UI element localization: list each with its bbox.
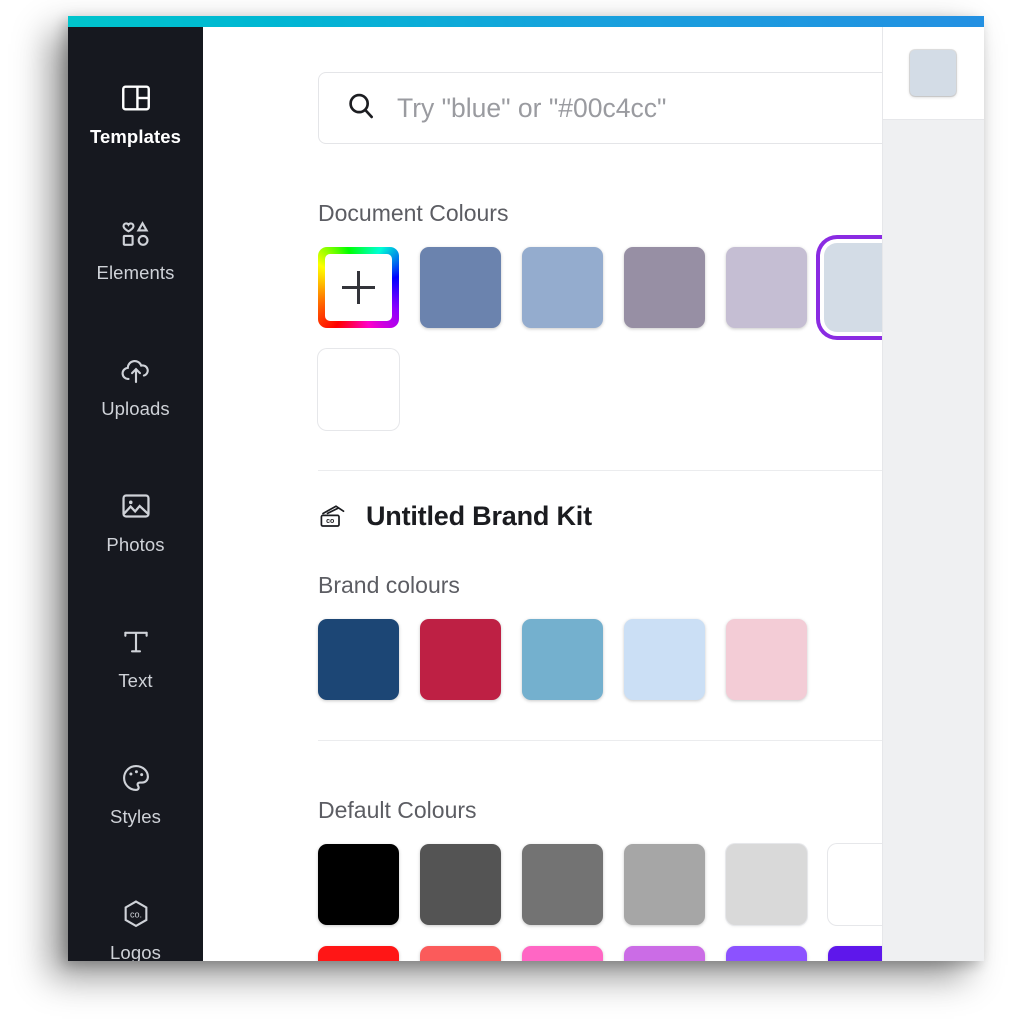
styles-icon bbox=[119, 761, 153, 795]
sidebar-item-label: Templates bbox=[89, 126, 182, 147]
sidebar-item-label: Text bbox=[118, 670, 153, 691]
default-colours-section: Default Colours bbox=[318, 797, 912, 961]
default-colour-swatch[interactable] bbox=[726, 844, 807, 925]
brand-colours-title: Brand colours bbox=[318, 572, 460, 598]
sidebar-item-label: Styles bbox=[110, 806, 161, 827]
default-colours-title: Default Colours bbox=[318, 797, 477, 823]
brand-colour-swatch[interactable] bbox=[420, 619, 501, 700]
sidebar-item-styles[interactable]: Styles bbox=[68, 733, 203, 869]
brand-kit-title: Untitled Brand Kit bbox=[366, 501, 592, 531]
sidebar-item-label: Logos bbox=[110, 942, 161, 961]
default-colours-swatch-row bbox=[318, 844, 912, 961]
colour-picker-button[interactable] bbox=[905, 45, 961, 101]
colour-swatch[interactable] bbox=[318, 844, 399, 925]
document-colour-swatch[interactable] bbox=[726, 247, 807, 328]
default-colour-swatch[interactable] bbox=[726, 946, 807, 961]
app-top-gradient-bar bbox=[68, 16, 984, 27]
document-colour-swatch[interactable] bbox=[522, 247, 603, 328]
logos-icon: co. bbox=[119, 897, 153, 931]
sidebar-item-templates[interactable]: Templates bbox=[68, 53, 203, 189]
colour-swatch[interactable] bbox=[318, 946, 399, 961]
sidebar-item-photos[interactable]: Photos bbox=[68, 461, 203, 597]
svg-text:co: co bbox=[326, 518, 334, 525]
colour-swatch[interactable] bbox=[420, 844, 501, 925]
document-colours-swatch-row bbox=[318, 243, 913, 430]
colour-swatch[interactable] bbox=[318, 619, 399, 700]
sidebar-item-label: Uploads bbox=[101, 398, 170, 419]
colour-swatch[interactable] bbox=[522, 946, 603, 961]
colour-swatch[interactable] bbox=[726, 844, 807, 925]
divider bbox=[318, 740, 912, 741]
colour-swatch[interactable] bbox=[420, 247, 501, 328]
default-colour-swatch[interactable] bbox=[522, 946, 603, 961]
document-colour-swatch[interactable] bbox=[624, 247, 705, 328]
colour-swatch[interactable] bbox=[624, 946, 705, 961]
sidebar-item-uploads[interactable]: Uploads bbox=[68, 325, 203, 461]
elements-icon bbox=[119, 217, 153, 251]
colour-swatch[interactable] bbox=[318, 349, 399, 430]
templates-icon bbox=[119, 81, 153, 115]
colour-swatch[interactable] bbox=[420, 619, 501, 700]
sidebar-item-label: Elements bbox=[96, 262, 175, 283]
canva-editor-window: Templates Elements Uploads Photos Text S… bbox=[68, 16, 984, 961]
colour-swatch[interactable] bbox=[522, 844, 603, 925]
document-colour-swatch[interactable] bbox=[420, 247, 501, 328]
default-colour-swatch[interactable] bbox=[624, 946, 705, 961]
default-colour-swatch[interactable] bbox=[522, 844, 603, 925]
brand-colour-swatch[interactable] bbox=[726, 619, 807, 700]
brand-colours-header: Brand colours bbox=[318, 532, 912, 619]
editor-toolbar bbox=[882, 27, 984, 120]
svg-text:co.: co. bbox=[129, 909, 141, 919]
colour-swatch[interactable] bbox=[624, 844, 705, 925]
left-sidebar: Templates Elements Uploads Photos Text S… bbox=[68, 27, 203, 961]
brand-colour-swatch[interactable] bbox=[624, 619, 705, 700]
brand-colours-swatch-row bbox=[318, 619, 912, 700]
editor-right-area bbox=[882, 27, 984, 961]
text-icon bbox=[119, 625, 153, 659]
divider bbox=[318, 470, 912, 471]
colour-swatch[interactable] bbox=[420, 946, 501, 961]
colour-swatch[interactable] bbox=[726, 619, 807, 700]
default-colour-swatch[interactable] bbox=[420, 844, 501, 925]
search-bar[interactable] bbox=[318, 72, 912, 144]
active-colour-swatch bbox=[910, 50, 956, 96]
add-colour-swatch[interactable] bbox=[318, 247, 399, 328]
plus-icon bbox=[325, 254, 392, 321]
colour-swatch[interactable] bbox=[726, 946, 807, 961]
editor-canvas-area bbox=[882, 120, 984, 961]
sidebar-item-elements[interactable]: Elements bbox=[68, 189, 203, 325]
sidebar-item-text[interactable]: Text bbox=[68, 597, 203, 733]
brand-colour-swatch[interactable] bbox=[522, 619, 603, 700]
document-colours-title: Document Colours bbox=[318, 200, 509, 226]
search-input[interactable] bbox=[397, 92, 877, 124]
default-colour-swatch[interactable] bbox=[318, 844, 399, 925]
sidebar-item-label: Photos bbox=[106, 534, 165, 555]
colour-swatch[interactable] bbox=[522, 247, 603, 328]
colour-swatch[interactable] bbox=[726, 247, 807, 328]
colour-swatch[interactable] bbox=[624, 619, 705, 700]
brand-kit-section: co Untitled Brand Kit Brand colours bbox=[318, 501, 912, 741]
uploads-icon bbox=[119, 353, 153, 387]
colour-wheel-icon[interactable] bbox=[318, 247, 399, 328]
colour-swatch[interactable] bbox=[522, 619, 603, 700]
default-colour-swatch[interactable] bbox=[318, 946, 399, 961]
colour-panel: Document Colours co bbox=[203, 27, 913, 961]
brand-colour-swatch[interactable] bbox=[318, 619, 399, 700]
brand-kit-header: co Untitled Brand Kit bbox=[318, 501, 912, 532]
colour-swatch[interactable] bbox=[624, 247, 705, 328]
default-colour-swatch[interactable] bbox=[624, 844, 705, 925]
document-colours-section: Document Colours bbox=[318, 200, 913, 471]
brand-kit-icon: co bbox=[318, 502, 352, 532]
default-colour-swatch[interactable] bbox=[420, 946, 501, 961]
photos-icon bbox=[119, 489, 153, 523]
document-colour-swatch[interactable] bbox=[318, 349, 399, 430]
sidebar-item-logos[interactable]: co. Logos bbox=[68, 869, 203, 961]
search-icon bbox=[345, 90, 377, 127]
